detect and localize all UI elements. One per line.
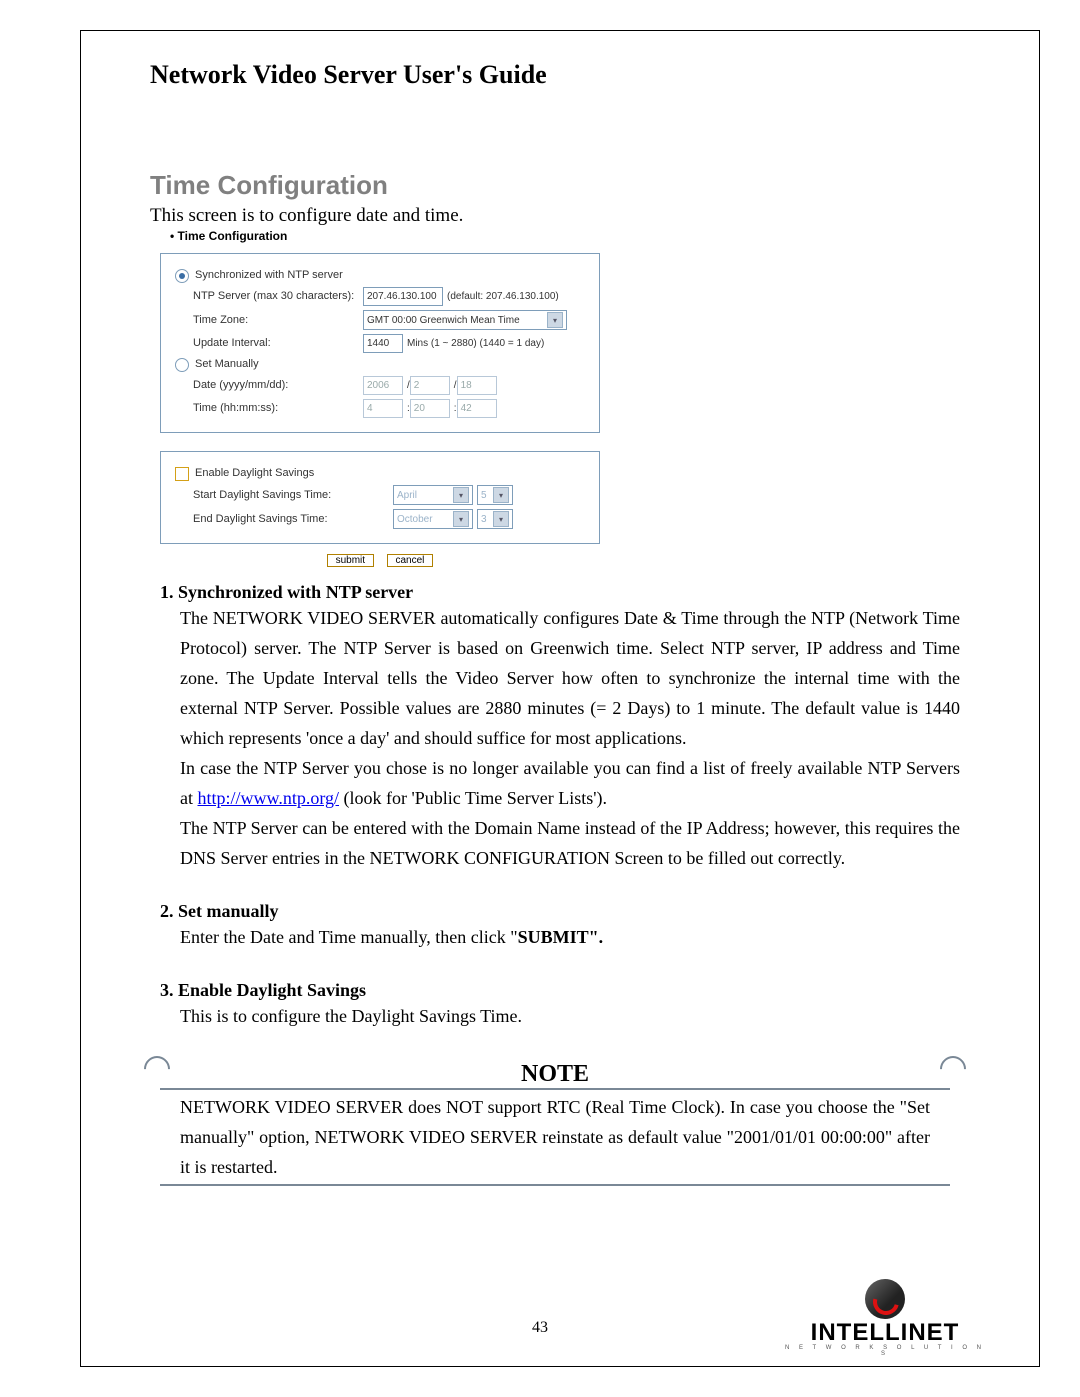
enable-dst-label: Enable Daylight Savings xyxy=(195,466,314,481)
time-mm-input[interactable]: 20 xyxy=(410,399,450,418)
item-1-para2: In case the NTP Server you chose is no l… xyxy=(180,753,960,813)
document-title: Network Video Server User's Guide xyxy=(150,60,960,90)
chevron-down-icon: ▾ xyxy=(493,487,509,503)
intro-text: This screen is to configure date and tim… xyxy=(150,205,960,227)
dst-start-day-value: 5 xyxy=(481,488,493,503)
tz-value: GMT 00:00 Greenwich Mean Time xyxy=(367,313,547,328)
item-3-heading: 3. Enable Daylight Savings xyxy=(160,980,960,1001)
item-3-para: This is to configure the Daylight Saving… xyxy=(180,1001,960,1031)
manual-radio-label: Set Manually xyxy=(195,357,259,372)
ntp-radio[interactable] xyxy=(175,269,189,283)
note-body: NETWORK VIDEO SERVER does NOT support RT… xyxy=(180,1092,930,1182)
logo-text: INTELLINET xyxy=(780,1321,990,1345)
ntp-radio-label: Synchronized with NTP server xyxy=(195,268,343,283)
item-2-heading: 2. Set manually xyxy=(160,901,960,922)
panel-caption-text: Time Configuration xyxy=(178,229,288,243)
panel-caption: • Time Configuration xyxy=(170,229,960,243)
enable-dst-checkbox[interactable] xyxy=(175,467,189,481)
interval-input[interactable]: 1440 xyxy=(363,334,403,353)
dst-end-day-value: 3 xyxy=(481,512,493,527)
date-year-input[interactable]: 2006 xyxy=(363,376,403,395)
time-ss-input[interactable]: 42 xyxy=(457,399,497,418)
brand-logo: INTELLINET N E T W O R K S O L U T I O N… xyxy=(780,1279,990,1357)
time-label: Time (hh:mm:ss): xyxy=(175,401,363,416)
dst-start-month-value: April xyxy=(397,488,453,503)
date-label: Date (yyyy/mm/dd): xyxy=(175,378,363,393)
item-1-para3: The NTP Server can be entered with the D… xyxy=(180,813,960,873)
dst-end-day-select[interactable]: 3 ▾ xyxy=(477,509,513,529)
item-2-para: Enter the Date and Time manually, then c… xyxy=(180,922,960,952)
note-title: NOTE xyxy=(150,1061,960,1088)
ntp-server-label: NTP Server (max 30 characters): xyxy=(175,289,363,304)
tz-select[interactable]: GMT 00:00 Greenwich Mean Time ▾ xyxy=(363,310,567,330)
item-1-para1: The NETWORK VIDEO SERVER automatically c… xyxy=(180,603,960,753)
ntp-link[interactable]: http://www.ntp.org/ xyxy=(198,788,340,808)
cancel-button[interactable]: cancel xyxy=(387,554,434,567)
date-month-input[interactable]: 2 xyxy=(410,376,450,395)
interval-hint: Mins (1 ~ 2880) (1440 = 1 day) xyxy=(407,336,544,351)
dst-end-month-select[interactable]: October ▾ xyxy=(393,509,473,529)
section-heading: Time Configuration xyxy=(150,170,960,201)
config-panel-wrap: Synchronized with NTP server NTP Server … xyxy=(160,253,600,568)
button-row: submit cancel xyxy=(160,550,600,568)
interval-label: Update Interval: xyxy=(175,336,363,351)
item-1-p2b: (look for 'Public Time Server Lists'). xyxy=(339,788,607,808)
chevron-down-icon: ▾ xyxy=(547,312,563,328)
note-block: NOTE NETWORK VIDEO SERVER does NOT suppo… xyxy=(150,1061,960,1186)
tz-label: Time Zone: xyxy=(175,313,363,328)
ntp-server-input[interactable]: 207.46.130.100 xyxy=(363,287,443,306)
dst-start-day-select[interactable]: 5 ▾ xyxy=(477,485,513,505)
logo-subtext: N E T W O R K S O L U T I O N S xyxy=(780,1345,990,1357)
chevron-down-icon: ▾ xyxy=(453,487,469,503)
ntp-server-default: (default: 207.46.130.100) xyxy=(447,289,559,304)
config-panel-dst: Enable Daylight Savings Start Daylight S… xyxy=(160,451,600,544)
manual-radio[interactable] xyxy=(175,358,189,372)
submit-button[interactable]: submit xyxy=(327,554,374,567)
item-1-heading: 1. Synchronized with NTP server xyxy=(160,582,960,603)
dst-end-month-value: October xyxy=(397,512,453,527)
item-2-text: Enter the Date and Time manually, then c… xyxy=(180,927,518,947)
date-day-input[interactable]: 18 xyxy=(457,376,497,395)
time-hh-input[interactable]: 4 xyxy=(363,399,403,418)
logo-mark-icon xyxy=(865,1279,905,1319)
dst-start-month-select[interactable]: April ▾ xyxy=(393,485,473,505)
item-2-bold: SUBMIT". xyxy=(518,927,604,947)
page-content: Network Video Server User's Guide Time C… xyxy=(150,60,960,1277)
dst-end-label: End Daylight Savings Time: xyxy=(175,512,393,527)
config-panel-ntp: Synchronized with NTP server NTP Server … xyxy=(160,253,600,433)
dst-start-label: Start Daylight Savings Time: xyxy=(175,488,393,503)
chevron-down-icon: ▾ xyxy=(493,511,509,527)
chevron-down-icon: ▾ xyxy=(453,511,469,527)
